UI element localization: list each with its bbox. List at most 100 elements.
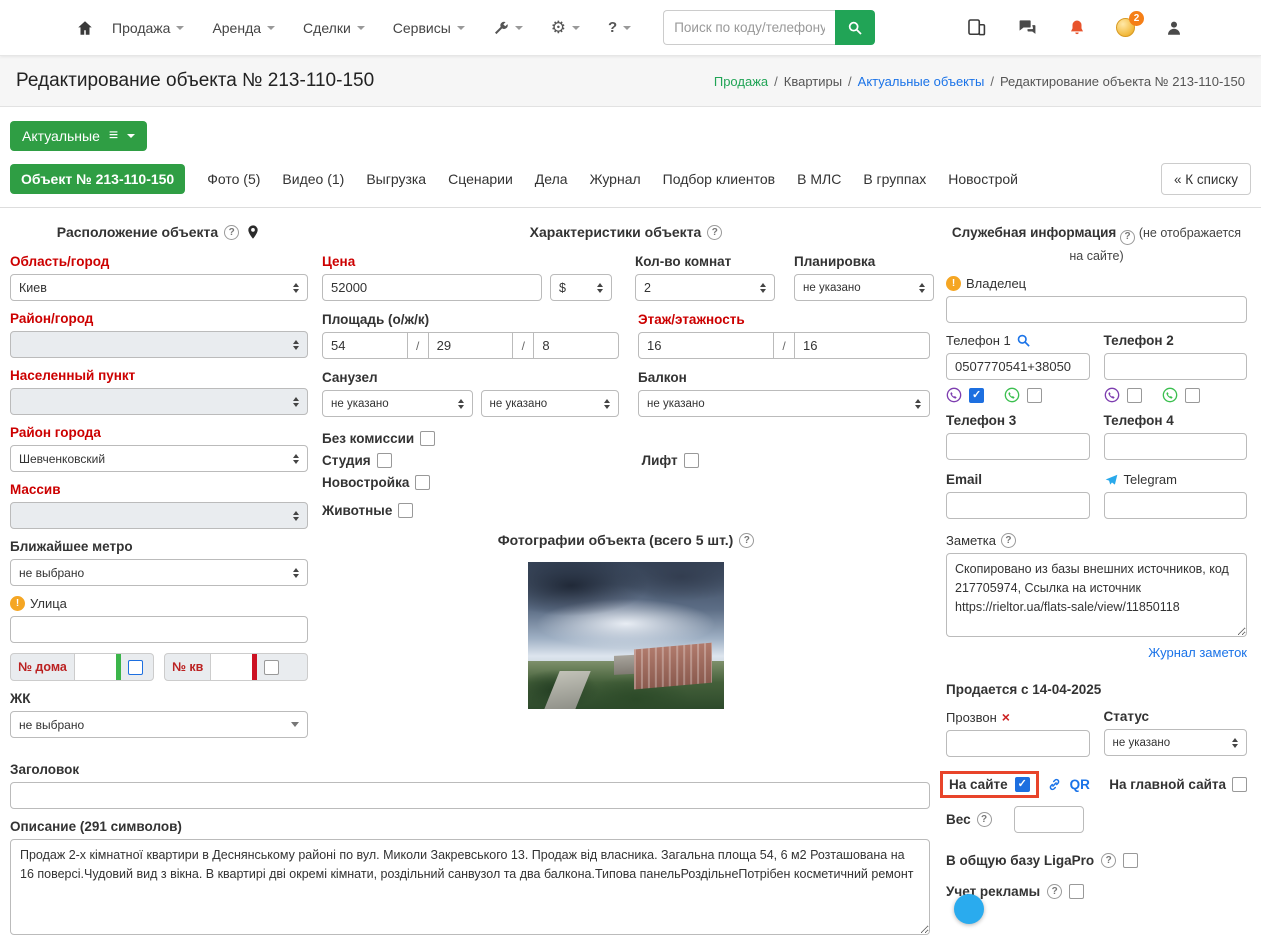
- user-icon[interactable]: [1165, 19, 1183, 37]
- qr-link[interactable]: QR: [1070, 777, 1090, 792]
- help-icon[interactable]: [707, 224, 723, 240]
- metro-label: Ближайшее метро: [10, 539, 133, 554]
- tab-photos[interactable]: Фото (5): [207, 171, 260, 187]
- phone1-whatsapp-checkbox[interactable]: [1027, 387, 1042, 403]
- district-select[interactable]: [10, 331, 308, 358]
- house-number-input[interactable]: [73, 654, 116, 680]
- tab-object[interactable]: Объект № 213-110-150: [10, 164, 186, 194]
- telegram-input[interactable]: [1103, 492, 1247, 520]
- nav-item-services[interactable]: Сервисы: [393, 20, 465, 36]
- breadcrumb-actual-objects[interactable]: Актуальные объекты: [858, 74, 985, 89]
- rooms-select[interactable]: 2: [635, 274, 775, 301]
- nav-item-settings[interactable]: ⚙: [551, 19, 581, 36]
- description-textarea[interactable]: Продаж 2-х кімнатної квартири в Деснянсь…: [10, 839, 930, 935]
- note-journal-link[interactable]: Журнал заметок: [946, 645, 1247, 660]
- status-select[interactable]: не указано: [1103, 729, 1247, 757]
- tab-tasks[interactable]: Дела: [535, 171, 568, 187]
- search-input[interactable]: [663, 10, 836, 45]
- bathroom-select-2[interactable]: не указано: [480, 390, 619, 417]
- nav-item-tools[interactable]: [493, 20, 523, 36]
- area-total-input[interactable]: [322, 332, 408, 359]
- apartment-number-checkbox[interactable]: [264, 659, 280, 675]
- floor-input[interactable]: [638, 332, 774, 359]
- chat-icon[interactable]: [1017, 18, 1038, 37]
- phone2-input[interactable]: [1103, 353, 1247, 381]
- area-living-input[interactable]: [427, 332, 514, 359]
- help-icon[interactable]: [1000, 533, 1016, 549]
- phone2-whatsapp-checkbox[interactable]: [1184, 387, 1200, 403]
- price-input[interactable]: [322, 274, 542, 301]
- bell-icon[interactable]: [1068, 18, 1086, 38]
- help-icon[interactable]: [976, 812, 992, 828]
- tab-upload[interactable]: Выгрузка: [366, 171, 426, 187]
- on-site-label: На сайте: [949, 777, 1008, 793]
- area-kitchen-input[interactable]: [533, 332, 620, 359]
- metro-select[interactable]: не выбрано: [10, 559, 308, 586]
- breadcrumb-sales[interactable]: Продажа: [714, 74, 768, 89]
- owner-input[interactable]: [946, 296, 1247, 324]
- help-icon[interactable]: [1047, 884, 1063, 900]
- phone1-viber-checkbox[interactable]: [969, 387, 984, 403]
- search-button[interactable]: [835, 10, 876, 45]
- region-select[interactable]: Киев: [10, 274, 308, 301]
- on-site-checkbox[interactable]: [1014, 777, 1030, 793]
- help-icon[interactable]: [224, 224, 240, 240]
- ligapro-checkbox[interactable]: [1123, 853, 1139, 869]
- coin-icon[interactable]: 2: [1116, 11, 1144, 37]
- tab-newbuild[interactable]: Новострой: [948, 171, 1018, 187]
- ads-checkbox[interactable]: [1069, 884, 1085, 900]
- massif-select[interactable]: [10, 502, 308, 529]
- floors-total-input[interactable]: [794, 332, 930, 359]
- actual-dropdown-button[interactable]: Актуальные: [10, 121, 148, 151]
- elevator-checkbox[interactable]: [683, 453, 699, 468]
- complex-select[interactable]: не выбрано: [10, 711, 308, 738]
- tab-video[interactable]: Видео (1): [282, 171, 344, 187]
- back-to-list-button[interactable]: « К списку: [1160, 163, 1251, 195]
- phone4-input[interactable]: [1103, 433, 1247, 461]
- phone2-viber-checkbox[interactable]: [1126, 387, 1142, 403]
- call-input[interactable]: [946, 730, 1090, 758]
- bathroom-select-1[interactable]: не указано: [322, 390, 473, 417]
- nav-item-help[interactable]: ?: [608, 19, 632, 36]
- help-icon[interactable]: [1101, 853, 1117, 869]
- phone3-input[interactable]: [946, 433, 1090, 461]
- home-icon[interactable]: [76, 19, 94, 37]
- nav-item-sales[interactable]: Продажа: [112, 20, 185, 36]
- link-icon[interactable]: [1047, 777, 1062, 792]
- layout-select[interactable]: не указано: [794, 274, 934, 301]
- on-main-checkbox[interactable]: [1232, 777, 1247, 793]
- title-input[interactable]: [10, 782, 930, 809]
- devices-icon[interactable]: [966, 18, 987, 37]
- note-textarea[interactable]: Скопировано из базы внешних источников, …: [946, 553, 1247, 638]
- weight-input[interactable]: [1013, 806, 1084, 834]
- no-commission-checkbox[interactable]: [420, 431, 436, 446]
- phone1-input[interactable]: [946, 353, 1090, 381]
- clear-call-icon[interactable]: [1002, 709, 1010, 725]
- tab-groups[interactable]: В группах: [863, 171, 926, 187]
- tab-client-selection[interactable]: Подбор клиентов: [663, 171, 775, 187]
- nav-item-deals[interactable]: Сделки: [303, 20, 365, 36]
- object-photo[interactable]: [528, 562, 724, 709]
- email-input[interactable]: [946, 492, 1090, 520]
- help-icon[interactable]: [739, 532, 755, 548]
- studio-checkbox[interactable]: [376, 453, 392, 468]
- floating-action-icon[interactable]: [954, 894, 984, 924]
- pets-checkbox[interactable]: [398, 503, 414, 518]
- house-number-checkbox[interactable]: [127, 659, 143, 675]
- help-icon[interactable]: [1120, 229, 1136, 245]
- apartment-number-input[interactable]: [210, 654, 253, 680]
- street-input[interactable]: [10, 616, 308, 643]
- tab-mls[interactable]: В МЛС: [797, 171, 841, 187]
- settlement-select[interactable]: [10, 388, 308, 415]
- new-building-checkbox[interactable]: [415, 475, 431, 490]
- tab-scenarios[interactable]: Сценарии: [448, 171, 513, 187]
- city-district-select[interactable]: Шевченковский: [10, 445, 308, 472]
- phone-search-icon[interactable]: [1016, 333, 1031, 348]
- map-pin-icon[interactable]: [245, 224, 261, 240]
- select-arrows-icon: [915, 398, 921, 409]
- tab-journal[interactable]: Журнал: [590, 171, 641, 187]
- balcony-select[interactable]: не указано: [638, 390, 930, 417]
- nav-item-rent[interactable]: Аренда: [212, 20, 276, 36]
- currency-select[interactable]: $: [550, 274, 612, 301]
- select-arrows-icon: [293, 339, 299, 350]
